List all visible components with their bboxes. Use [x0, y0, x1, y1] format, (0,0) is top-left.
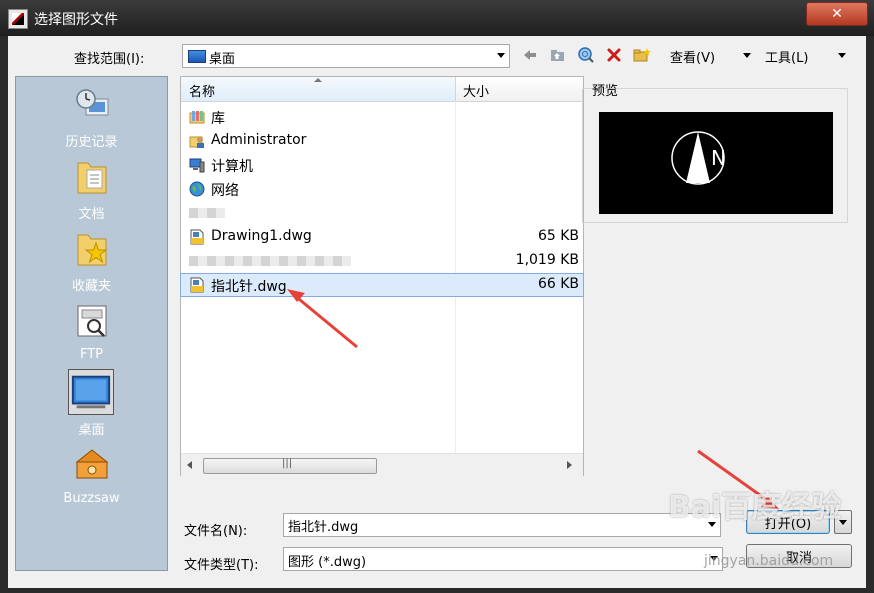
file-name: Administrator [211, 132, 307, 148]
file-name-field[interactable] [283, 513, 721, 537]
look-in-label: 查找范围(I): [74, 52, 145, 67]
file-name: 计算机 [211, 159, 253, 175]
desktop-icon [188, 50, 206, 63]
file-name-label: 文件名(N): [184, 524, 248, 539]
place-label: 收藏夹 [71, 279, 111, 294]
file-type-label: 文件类型(T): [184, 558, 259, 573]
desktop-icon [68, 369, 114, 415]
delete-icon [607, 48, 621, 62]
search-web-button[interactable] [576, 45, 596, 65]
close-button[interactable]: ✕ [806, 2, 868, 26]
chevron-down-icon [838, 53, 846, 58]
select-drawing-dialog: 选择图形文件 ✕ 查找范围(I): 桌面 查看(V) 工具(L) 历史记录 文档… [0, 0, 874, 593]
delete-button[interactable] [604, 45, 624, 65]
sort-ascending-icon [314, 78, 322, 82]
place-label: 文档 [78, 207, 105, 222]
list-item[interactable]: 库 [181, 106, 583, 128]
place-favorites[interactable]: 收藏夹 [16, 227, 167, 295]
horizontal-scrollbar[interactable] [181, 453, 583, 476]
place-label: 历史记录 [65, 135, 118, 150]
scroll-right-icon[interactable] [567, 461, 572, 469]
file-size: 65 KB [537, 228, 579, 244]
column-header-name[interactable]: 名称 [181, 77, 456, 101]
file-name: 库 [211, 111, 225, 127]
blurred-file-name [189, 256, 351, 266]
autocad-app-icon [8, 9, 28, 29]
views-menu[interactable]: 查看(V) [670, 47, 715, 66]
up-one-level-button[interactable] [548, 45, 568, 65]
chevron-down-icon [743, 53, 751, 58]
file-size: 66 KB [537, 276, 579, 292]
place-buzzsaw[interactable]: Buzzsaw [16, 443, 167, 511]
place-history[interactable]: 历史记录 [16, 83, 167, 151]
place-label: FTP [79, 347, 104, 362]
create-folder-button[interactable] [632, 45, 652, 65]
file-type-dropdown[interactable]: 图形 (*.dwg) [283, 547, 723, 571]
favorites-folder-icon [77, 234, 108, 266]
list-item[interactable]: 计算机 [181, 154, 583, 176]
list-item[interactable]: Drawing1.dwg 65 KB [181, 226, 583, 248]
file-name: Drawing1.dwg [211, 228, 312, 244]
place-ftp[interactable]: FTP [16, 299, 167, 367]
file-name-input[interactable] [288, 516, 698, 534]
file-size: 1,019 KB [515, 252, 579, 268]
places-bar: 历史记录 文档 收藏夹 FTP 桌面 Buzzsaw [15, 76, 168, 571]
preview-label: 预览 [592, 84, 619, 99]
file-type-value: 图形 (*.dwg) [288, 555, 367, 570]
user-folder-icon [189, 136, 204, 148]
north-letter: N [711, 146, 726, 170]
list-header: 名称 大小 [181, 77, 583, 102]
file-name: 指北针.dwg [211, 279, 287, 295]
file-list: 名称 大小 库 Administrator 计算机 网络 Drawing1.dw… [180, 76, 584, 476]
dwg-file-icon [190, 277, 204, 293]
new-folder-icon [633, 48, 651, 62]
place-documents[interactable]: 文档 [16, 155, 167, 223]
list-item[interactable]: 1,019 KB [181, 250, 583, 272]
tools-menu[interactable]: 工具(L) [765, 47, 808, 66]
documents-folder-icon [77, 162, 107, 194]
back-button[interactable] [520, 45, 540, 65]
blurred-file-name [189, 208, 225, 218]
computer-icon [189, 158, 205, 173]
baidu-watermark: Bai百度经验 [668, 490, 842, 525]
window-title: 选择图形文件 [34, 12, 118, 28]
up-folder-icon [551, 50, 564, 61]
column-header-label: 名称 [189, 85, 216, 100]
place-label: Buzzsaw [63, 491, 120, 506]
look-in-dropdown[interactable]: 桌面 [182, 44, 510, 68]
buzzsaw-icon [75, 449, 109, 479]
north-arrow-icon: N [671, 131, 726, 185]
scrollbar-thumb[interactable] [203, 458, 377, 474]
history-icon [76, 89, 109, 116]
chevron-down-icon [497, 53, 505, 58]
list-item[interactable]: 网络 [181, 178, 583, 200]
scroll-left-icon[interactable] [187, 461, 192, 469]
column-header-size[interactable]: 大小 [463, 81, 489, 100]
ftp-icon [77, 305, 107, 337]
back-arrow-icon [524, 50, 536, 60]
list-item[interactable] [181, 202, 583, 224]
preview-image: N [599, 112, 833, 214]
library-icon [189, 111, 205, 124]
look-in-value: 桌面 [209, 52, 236, 67]
place-label: 桌面 [78, 423, 105, 438]
network-icon [189, 181, 205, 197]
search-web-icon [578, 47, 594, 63]
list-item-selected[interactable]: 指北针.dwg 66 KB [180, 273, 584, 297]
dwg-file-icon [190, 229, 204, 245]
baidu-watermark-url: jingyan.baidu.com [704, 553, 834, 569]
file-name: 网络 [211, 183, 239, 199]
list-item[interactable]: Administrator [181, 130, 583, 152]
place-desktop[interactable]: 桌面 [16, 369, 167, 439]
title-bar: 选择图形文件 ✕ [0, 0, 874, 36]
